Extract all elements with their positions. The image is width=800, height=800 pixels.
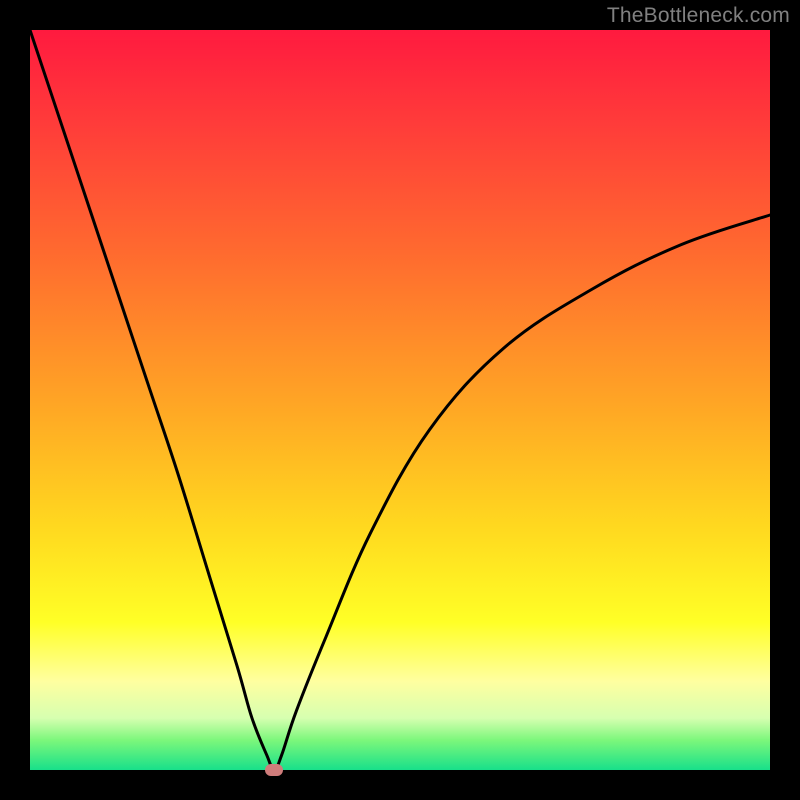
bottleneck-curve: [30, 30, 770, 770]
watermark-text: TheBottleneck.com: [607, 4, 790, 28]
chart-frame: TheBottleneck.com: [0, 0, 800, 800]
optimal-point-marker: [265, 764, 283, 776]
